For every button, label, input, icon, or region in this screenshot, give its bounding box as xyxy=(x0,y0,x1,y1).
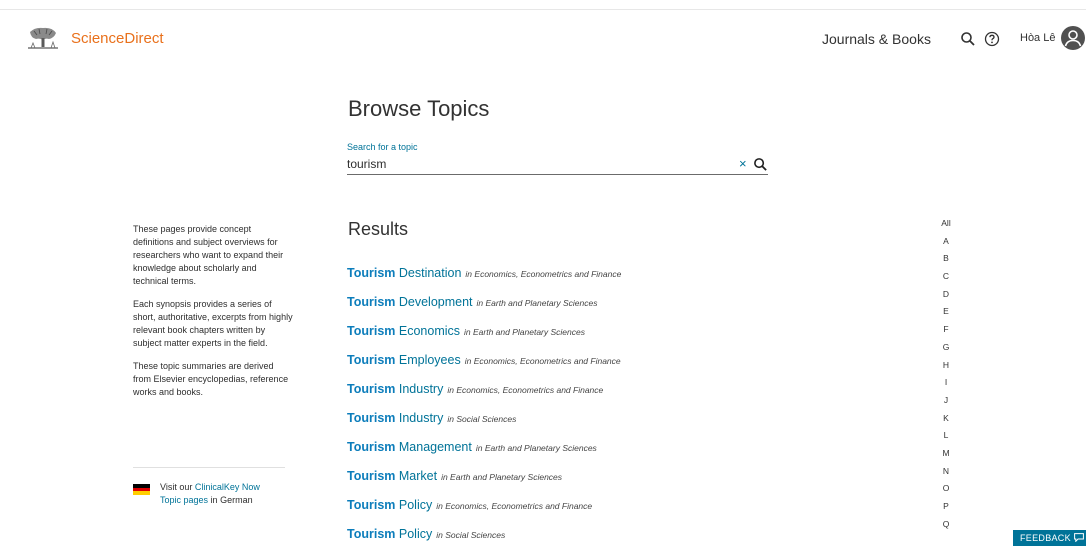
result-link[interactable]: Tourism Policy xyxy=(347,527,432,541)
result-link[interactable]: Tourism Market xyxy=(347,469,437,483)
result-keyword: Tourism xyxy=(347,382,396,396)
result-link[interactable]: Tourism Policy xyxy=(347,498,432,512)
alpha-letter[interactable]: Q xyxy=(926,516,966,534)
result-title-rest: Destination xyxy=(398,266,462,280)
alpha-letter[interactable]: H xyxy=(926,357,966,375)
alpha-letter[interactable]: E xyxy=(926,303,966,321)
alpha-letter[interactable]: L xyxy=(926,427,966,445)
results-list: Tourism Destination in Economics, Econome… xyxy=(347,265,621,546)
journals-books-link[interactable]: Journals & Books xyxy=(822,31,931,47)
alpha-letter[interactable]: I xyxy=(926,374,966,392)
search-icon[interactable] xyxy=(753,157,768,172)
topic-search-field: × xyxy=(347,155,768,175)
alpha-letter[interactable]: A xyxy=(926,233,966,251)
result-link[interactable]: Tourism Industry xyxy=(347,382,443,396)
alpha-letter[interactable]: P xyxy=(926,498,966,516)
result-item: Tourism Industry in Social Sciences xyxy=(347,410,621,439)
result-title-rest: Development xyxy=(398,295,473,309)
result-keyword: Tourism xyxy=(347,411,396,425)
result-item: Tourism Employees in Economics, Econometr… xyxy=(347,352,621,381)
feedback-label: FEEDBACK xyxy=(1020,533,1071,543)
description-paragraph: These pages provide concept definitions … xyxy=(133,224,284,286)
clinical-prefix: Visit our xyxy=(160,482,193,492)
result-title-rest: Policy xyxy=(398,498,433,512)
result-link[interactable]: Tourism Management xyxy=(347,440,472,454)
speech-bubble-icon xyxy=(1074,533,1084,542)
result-item: Tourism Destination in Economics, Econome… xyxy=(347,265,621,294)
result-keyword: Tourism xyxy=(347,527,396,541)
result-keyword: Tourism xyxy=(347,295,396,309)
alpha-letter[interactable]: F xyxy=(926,321,966,339)
user-name[interactable]: Hòa Lê xyxy=(1020,32,1055,44)
result-title-rest: Management xyxy=(398,440,472,454)
result-field: in Economics, Econometrics and Finance xyxy=(465,269,622,279)
alpha-letter[interactable]: M xyxy=(926,445,966,463)
user-avatar-icon[interactable] xyxy=(1061,26,1085,50)
result-link[interactable]: Tourism Development xyxy=(347,295,473,309)
topic-search-input[interactable] xyxy=(347,155,727,173)
alpha-all[interactable]: All xyxy=(926,215,966,233)
result-field: in Social Sciences xyxy=(436,530,506,540)
alpha-letter[interactable]: K xyxy=(926,410,966,428)
result-link[interactable]: Tourism Industry xyxy=(347,411,443,425)
result-title-rest: Industry xyxy=(398,382,444,396)
result-link[interactable]: Tourism Employees xyxy=(347,353,461,367)
result-item: Tourism Policy in Economics, Econometrics… xyxy=(347,497,621,526)
alpha-letter[interactable]: N xyxy=(926,463,966,481)
result-field: in Social Sciences xyxy=(447,414,517,424)
result-title-rest: Industry xyxy=(398,411,444,425)
topics-description: These pages provide concept definitions … xyxy=(133,223,293,409)
close-icon[interactable]: × xyxy=(739,157,747,171)
result-link[interactable]: Tourism Economics xyxy=(347,324,460,338)
result-item: Tourism Economics in Earth and Planetary … xyxy=(347,323,621,352)
brand-name[interactable]: ScienceDirect xyxy=(71,30,164,47)
result-keyword: Tourism xyxy=(347,440,396,454)
german-flag-icon xyxy=(133,484,150,495)
result-field: in Economics, Econometrics and Finance xyxy=(464,356,621,366)
clinicalkey-promo: Visit our ClinicalKey Now Topic pages in… xyxy=(160,481,280,507)
result-item: Tourism Management in Earth and Planetary… xyxy=(347,439,621,468)
result-field: in Earth and Planetary Sciences xyxy=(441,472,563,482)
result-keyword: Tourism xyxy=(347,498,396,512)
description-paragraph: Each synopsis provides a series of short… xyxy=(133,299,293,348)
alpha-letter[interactable]: J xyxy=(926,392,966,410)
alpha-letter[interactable]: O xyxy=(926,480,966,498)
alphabet-nav: All A B C D E F G H I J K L M N O P Q xyxy=(926,215,966,533)
result-item: Tourism Market in Earth and Planetary Sci… xyxy=(347,468,621,497)
result-title-rest: Policy xyxy=(398,527,433,541)
result-item: Tourism Industry in Economics, Econometri… xyxy=(347,381,621,410)
result-keyword: Tourism xyxy=(347,353,396,367)
alpha-letter[interactable]: B xyxy=(926,250,966,268)
result-link[interactable]: Tourism Destination xyxy=(347,266,461,280)
elsevier-tree-icon[interactable] xyxy=(27,26,59,50)
result-field: in Earth and Planetary Sciences xyxy=(475,443,597,453)
result-field: in Economics, Econometrics and Finance xyxy=(447,385,604,395)
feedback-button[interactable]: FEEDBACK xyxy=(1013,530,1086,546)
result-field: in Earth and Planetary Sciences xyxy=(476,298,598,308)
result-item: Tourism Policy in Social Sciences xyxy=(347,526,621,546)
results-heading: Results xyxy=(348,219,409,239)
top-border xyxy=(0,0,1086,10)
search-label: Search for a topic xyxy=(347,142,418,152)
page-title: Browse Topics xyxy=(348,96,490,121)
result-keyword: Tourism xyxy=(347,324,396,338)
help-circle-icon[interactable] xyxy=(984,31,1000,47)
result-title-rest: Market xyxy=(398,469,438,483)
result-field: in Earth and Planetary Sciences xyxy=(464,327,585,337)
alpha-letter[interactable]: D xyxy=(926,286,966,304)
description-paragraph: These topic summaries are derived from E… xyxy=(133,361,289,397)
result-field: in Economics, Econometrics and Finance xyxy=(436,501,593,511)
alpha-letter[interactable]: C xyxy=(926,268,966,286)
search-icon[interactable] xyxy=(960,31,976,47)
result-keyword: Tourism xyxy=(347,266,396,280)
divider xyxy=(133,467,285,468)
clinical-suffix: in German xyxy=(210,495,253,505)
result-title-rest: Employees xyxy=(398,353,461,367)
result-item: Tourism Development in Earth and Planetar… xyxy=(347,294,621,323)
result-keyword: Tourism xyxy=(347,469,396,483)
alpha-letter[interactable]: G xyxy=(926,339,966,357)
result-title-rest: Economics xyxy=(398,324,461,338)
